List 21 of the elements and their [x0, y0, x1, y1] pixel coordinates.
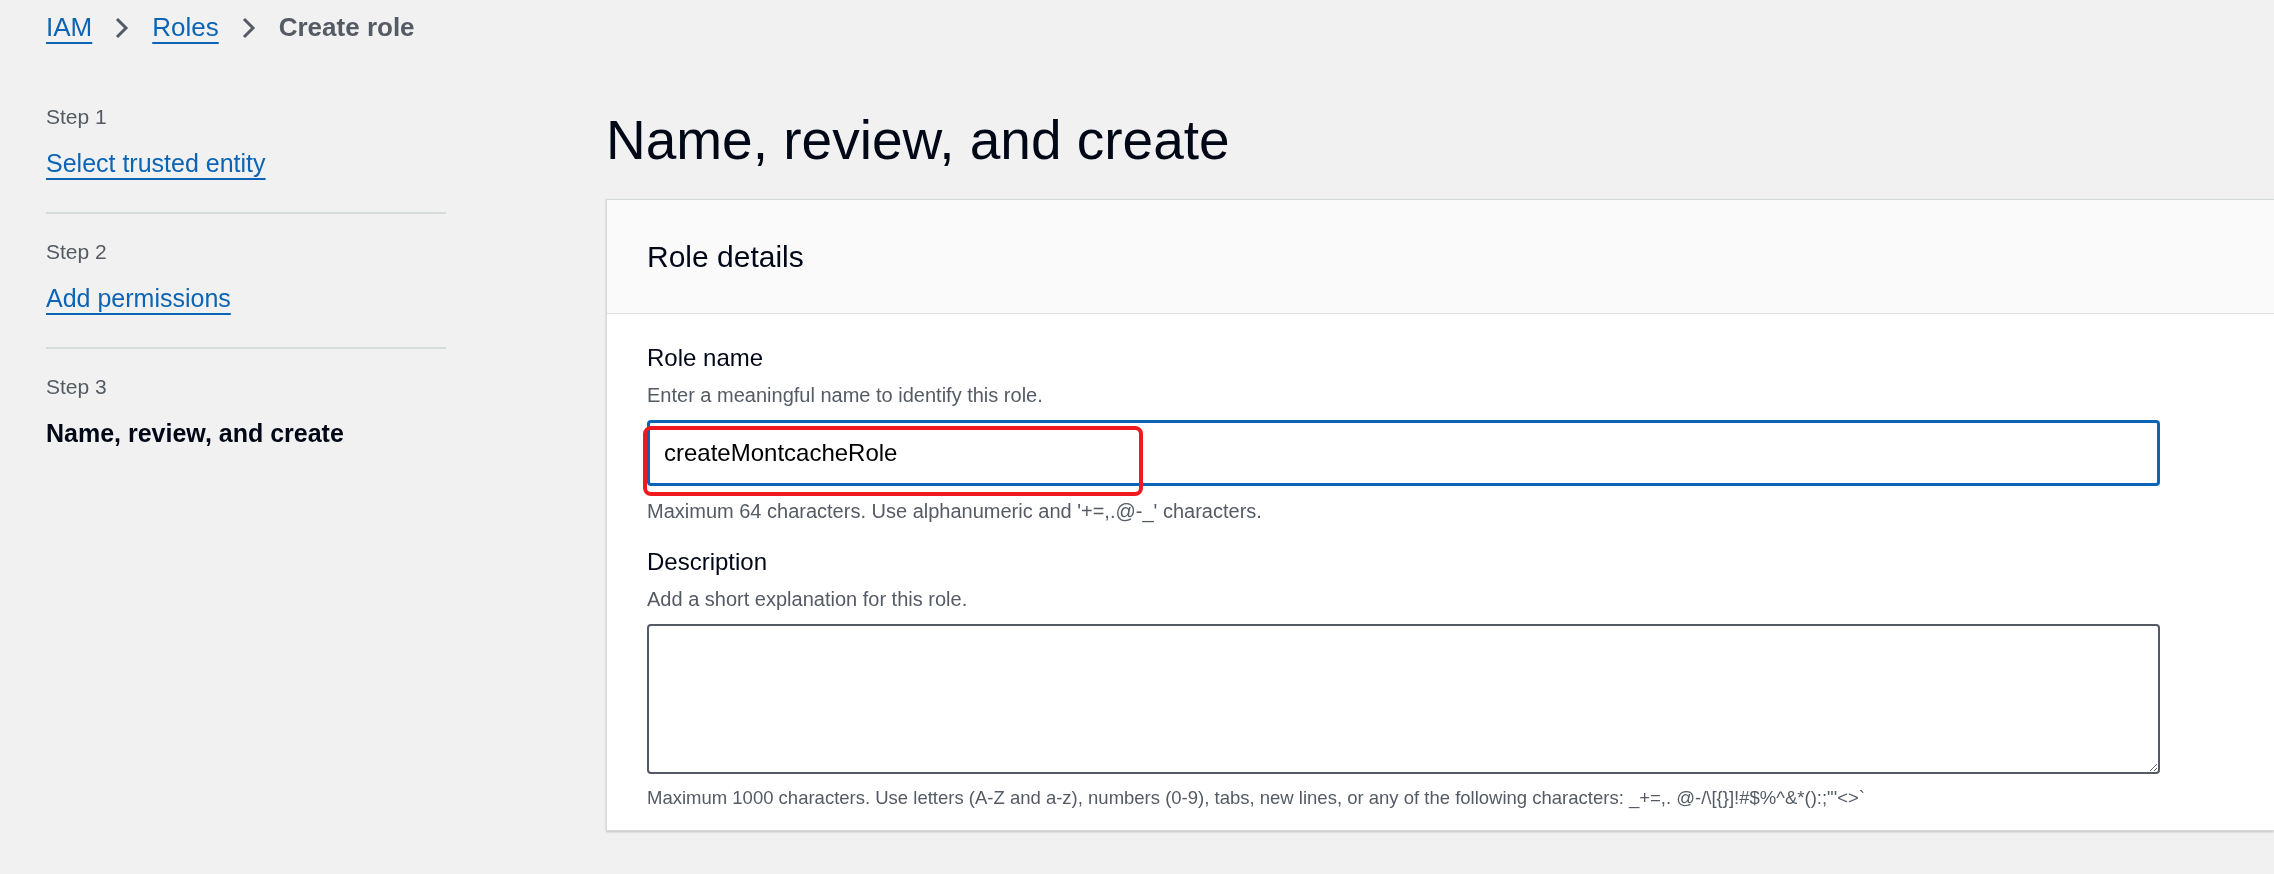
- step-link[interactable]: Add permissions: [46, 283, 231, 312]
- breadcrumb-current: Create role: [278, 11, 415, 44]
- field-constraint: Maximum 1000 characters. Use letters (A-Z and a-z), numbers (0-9), tabs, new lines, or any of the following characters: _+=,. @-/\[{}]!#$%^&*():;"'<>`: [647, 786, 1866, 811]
- page-title: Name, review, and create: [606, 108, 1231, 173]
- chevron-right-icon: [240, 15, 257, 40]
- description-field[interactable]: [647, 624, 2160, 774]
- step-number: Step 1: [46, 104, 108, 130]
- chevron-right-icon: [114, 15, 131, 40]
- card-header: Role details: [607, 200, 2274, 314]
- field-label: Role name: [647, 343, 765, 373]
- breadcrumb-link[interactable]: Roles: [152, 8, 219, 47]
- current-step: Name, review, and create: [46, 418, 344, 447]
- text-input-field[interactable]: createMontcacheRole: [647, 420, 2160, 486]
- step-number: Step 3: [46, 374, 108, 400]
- field-label: Description: [647, 547, 769, 577]
- step-link[interactable]: Select trusted entity: [46, 148, 266, 177]
- step-number: Step 2: [46, 239, 108, 265]
- field-constraint: Maximum 64 characters. Use alphanumeric and '+=,.@-_' characters.: [647, 499, 1263, 525]
- field-hint: Add a short explanation for this role.: [647, 587, 969, 612]
- field-hint: Enter a meaningful name to identify this role.: [647, 383, 1044, 408]
- breadcrumb-link[interactable]: IAM: [46, 8, 93, 47]
